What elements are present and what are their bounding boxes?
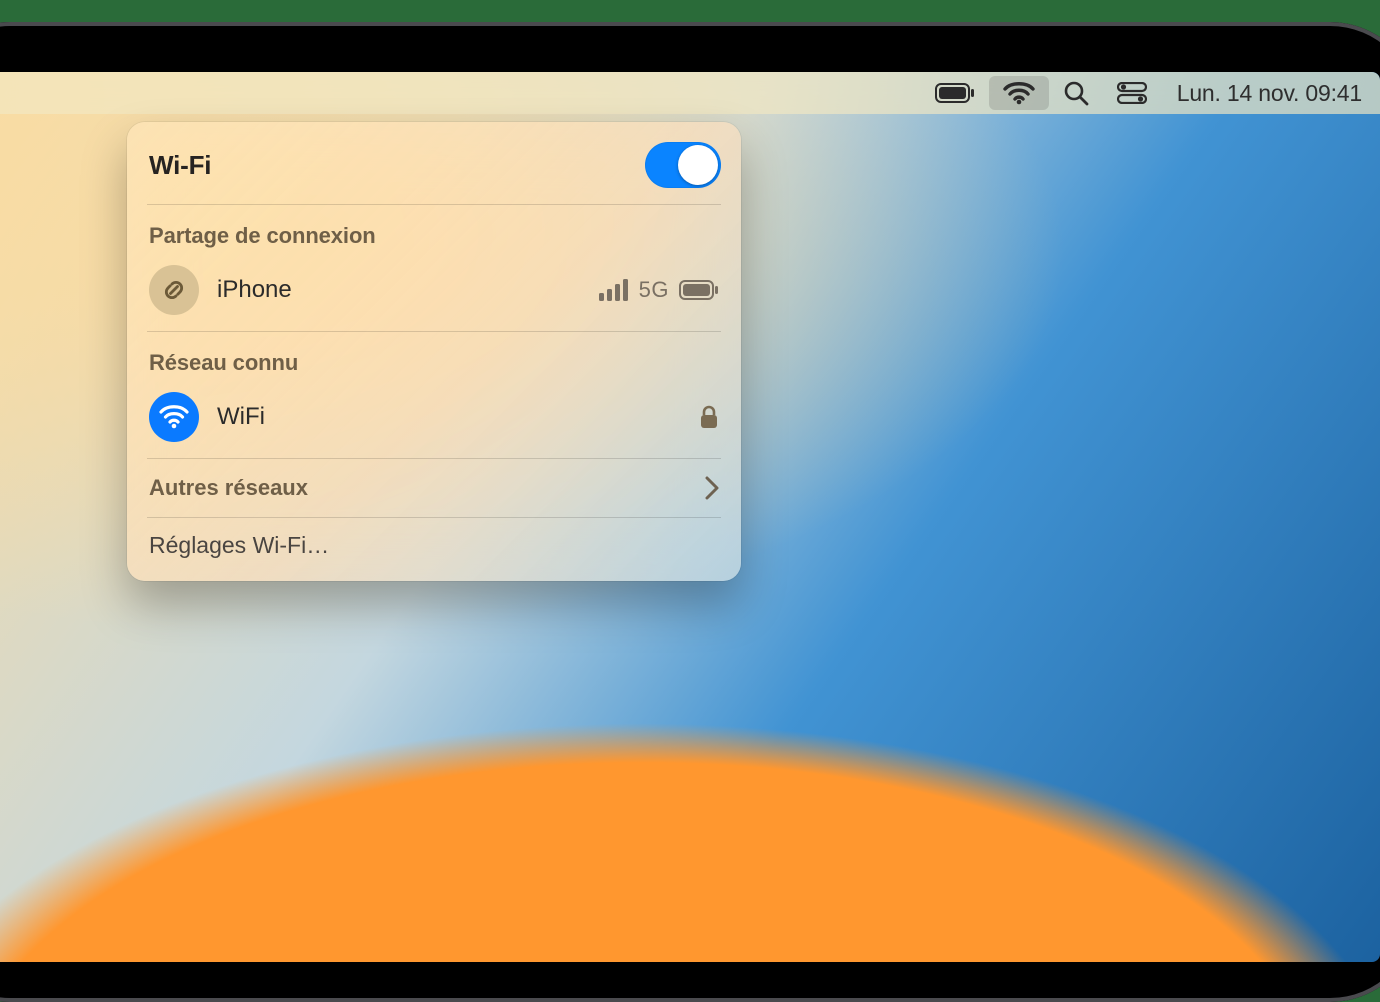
hotspot-section-label: Partage de connexion	[127, 205, 741, 257]
battery-icon	[935, 83, 975, 103]
wifi-menubar-item[interactable]	[989, 76, 1049, 110]
cellular-mode: 5G	[639, 277, 669, 303]
hotspot-link-icon	[149, 265, 199, 315]
wifi-title: Wi-Fi	[149, 150, 211, 181]
known-network-section-label: Réseau connu	[127, 332, 741, 384]
battery-menubar-item[interactable]	[921, 72, 989, 114]
control-center-icon	[1117, 82, 1147, 104]
known-network-row[interactable]: WiFi	[127, 384, 741, 458]
hotspot-row[interactable]: iPhone 5G	[127, 257, 741, 331]
search-icon	[1063, 80, 1089, 106]
hotspot-meta: 5G	[599, 277, 719, 303]
hotspot-battery-icon	[679, 280, 719, 300]
chevron-right-icon	[705, 476, 719, 500]
wifi-settings-label: Réglages Wi-Fi…	[149, 532, 329, 558]
known-network-name: WiFi	[217, 403, 681, 431]
menubar: Lun. 14 nov. 09:41	[0, 72, 1380, 114]
wifi-popover: Wi-Fi Partage de connexion iPhone	[127, 122, 741, 581]
cellular-signal-icon	[599, 279, 629, 301]
spotlight-menubar-item[interactable]	[1049, 72, 1103, 114]
toggle-knob	[678, 145, 718, 185]
menubar-clock[interactable]: Lun. 14 nov. 09:41	[1161, 80, 1362, 107]
wifi-connected-icon	[149, 392, 199, 442]
hotspot-name: iPhone	[217, 276, 581, 304]
other-networks-label: Autres réseaux	[149, 475, 308, 501]
wifi-icon	[1003, 81, 1035, 105]
wifi-toggle[interactable]	[645, 142, 721, 188]
other-networks-row[interactable]: Autres réseaux	[127, 459, 741, 517]
control-center-menubar-item[interactable]	[1103, 72, 1161, 114]
screen: Lun. 14 nov. 09:41 Wi-Fi Partage de conn…	[0, 72, 1380, 962]
wifi-settings-row[interactable]: Réglages Wi-Fi…	[127, 518, 741, 573]
lock-icon	[699, 404, 719, 430]
laptop-frame: Lun. 14 nov. 09:41 Wi-Fi Partage de conn…	[0, 22, 1380, 1002]
